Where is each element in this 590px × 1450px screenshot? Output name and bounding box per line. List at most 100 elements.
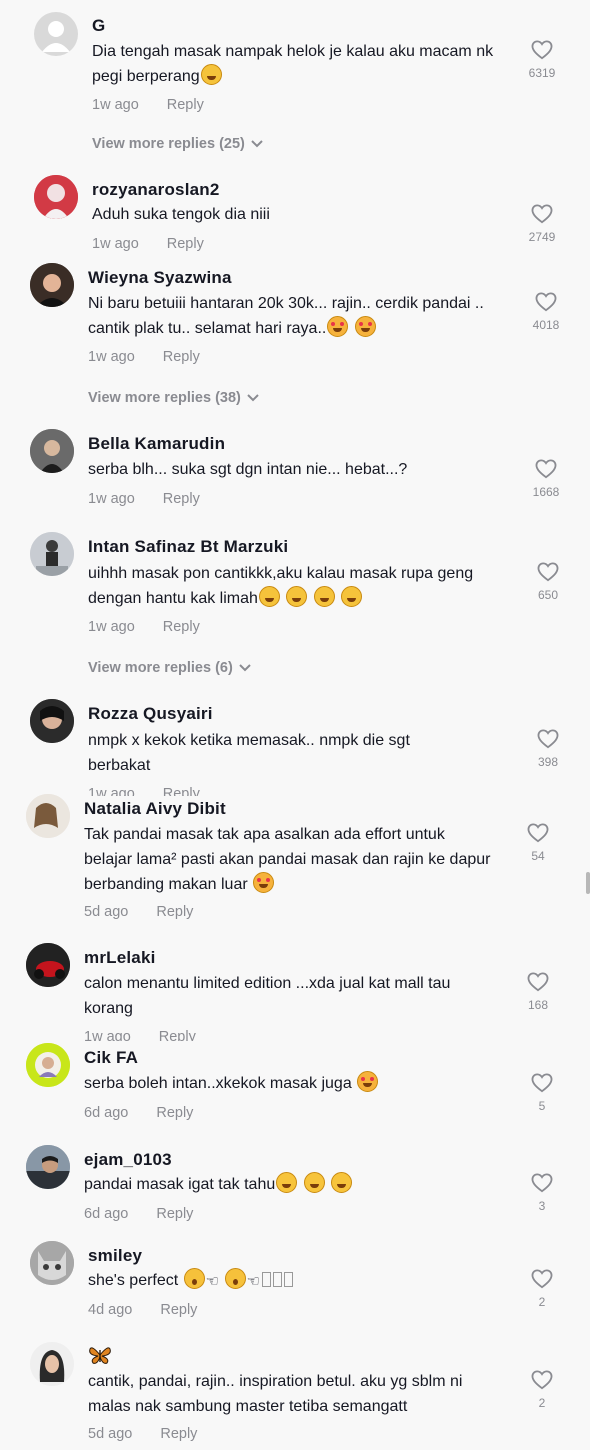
- username[interactable]: [88, 1345, 112, 1370]
- missing-glyph-icon: [262, 1272, 272, 1287]
- avatar[interactable]: [26, 1043, 70, 1087]
- like-button[interactable]: 5: [522, 1073, 562, 1113]
- smiling-hearts-emoji-icon: [253, 872, 275, 893]
- comment-meta: 6d ago Reply: [84, 1105, 194, 1121]
- chevron-down-icon: [251, 140, 263, 148]
- like-count: 2: [538, 1396, 546, 1410]
- avatar[interactable]: [34, 12, 78, 56]
- like-count: 398: [537, 755, 559, 769]
- comment-meta: 5d ago Reply: [84, 904, 194, 920]
- username[interactable]: Bella Kamarudin: [88, 434, 225, 454]
- heart-icon: [531, 40, 553, 60]
- pointing-hand-icon: ☜: [246, 1273, 261, 1290]
- heart-icon: [531, 1073, 553, 1093]
- grinning-sweat-emoji-icon: [331, 1172, 353, 1193]
- like-button[interactable]: 2: [522, 1370, 562, 1410]
- avatar[interactable]: [30, 532, 74, 576]
- like-button[interactable]: 6319: [522, 40, 562, 80]
- reply-button[interactable]: Reply: [163, 491, 200, 507]
- avatar[interactable]: [34, 175, 78, 219]
- like-count: 2: [538, 1295, 546, 1309]
- like-button[interactable]: 398: [528, 729, 568, 769]
- grinning-sweat-emoji-icon: [303, 1172, 325, 1193]
- heart-icon: [535, 292, 557, 312]
- comment-meta: 1w ago Reply: [88, 491, 200, 507]
- like-button[interactable]: 650: [528, 562, 568, 602]
- laughing-emoji-icon: [313, 586, 335, 607]
- avatar[interactable]: [26, 1145, 70, 1189]
- comment-meta: 6d ago Reply: [84, 1206, 194, 1222]
- username[interactable]: rozyanaroslan2: [92, 180, 220, 200]
- like-count: 1668: [532, 485, 560, 499]
- username[interactable]: G: [92, 16, 105, 36]
- view-more-replies[interactable]: View more replies (6): [88, 660, 251, 676]
- avatar[interactable]: [30, 699, 74, 743]
- reply-button[interactable]: Reply: [159, 1029, 196, 1041]
- heart-icon: [535, 459, 557, 479]
- reply-button[interactable]: Reply: [163, 786, 200, 796]
- reply-button[interactable]: Reply: [167, 236, 204, 252]
- like-count: 168: [527, 998, 549, 1012]
- reply-button[interactable]: Reply: [156, 904, 193, 920]
- comment-text: Dia tengah masak nampak helok je kalau a…: [92, 43, 494, 85]
- laughing-emoji-icon: [286, 586, 308, 607]
- comment-text: Aduh suka tengok dia niii: [92, 206, 270, 223]
- comment-meta: 1w ago Reply: [84, 1029, 196, 1041]
- reply-button[interactable]: Reply: [160, 1302, 197, 1318]
- view-more-replies[interactable]: View more replies (38): [88, 390, 259, 406]
- astonished-emoji-icon: [183, 1268, 205, 1289]
- avatar[interactable]: [30, 429, 74, 473]
- like-button[interactable]: 54: [518, 823, 558, 863]
- missing-glyph-icon: [273, 1272, 283, 1287]
- heart-icon: [531, 204, 553, 224]
- heart-icon: [531, 1370, 553, 1390]
- laughing-emoji-icon: [200, 64, 222, 85]
- heart-icon: [531, 1269, 553, 1289]
- username[interactable]: Intan Safinaz Bt Marzuki: [88, 537, 288, 557]
- username[interactable]: Rozza Qusyairi: [88, 704, 213, 724]
- username[interactable]: Wieyna Syazwina: [88, 268, 232, 288]
- comment-text: uihhh masak pon cantikkk,aku kalau masak…: [88, 565, 474, 607]
- reply-button[interactable]: Reply: [163, 349, 200, 365]
- like-count: 6319: [528, 66, 556, 80]
- avatar[interactable]: [30, 1241, 74, 1285]
- avatar[interactable]: [26, 794, 70, 838]
- astonished-emoji-icon: [224, 1268, 246, 1289]
- scrollbar-handle[interactable]: [586, 872, 590, 894]
- comment-meta: 4d ago Reply: [88, 1302, 198, 1318]
- comment-text: cantik, pandai, rajin.. inspiration betu…: [88, 1373, 463, 1415]
- heart-icon: [527, 823, 549, 843]
- like-button[interactable]: 2: [522, 1269, 562, 1309]
- avatar[interactable]: [26, 943, 70, 987]
- like-button[interactable]: 1668: [526, 459, 566, 499]
- reply-button[interactable]: Reply: [156, 1105, 193, 1121]
- view-more-replies[interactable]: View more replies (25): [92, 136, 263, 152]
- username[interactable]: smiley: [88, 1246, 142, 1266]
- like-count: 4018: [532, 318, 560, 332]
- like-button[interactable]: 2749: [522, 204, 562, 244]
- heart-icon: [537, 562, 559, 582]
- username[interactable]: ejam_0103: [84, 1150, 172, 1170]
- butterfly-icon: [89, 1347, 111, 1364]
- heart-icon: [527, 972, 549, 992]
- heart-icon: [537, 729, 559, 749]
- like-button[interactable]: 168: [518, 972, 558, 1012]
- avatar[interactable]: [30, 1342, 74, 1386]
- comment-text: pandai masak igat tak tahu: [84, 1172, 514, 1197]
- reply-button[interactable]: Reply: [163, 619, 200, 635]
- username[interactable]: Natalia Aivy Dibit: [84, 799, 226, 819]
- reply-button[interactable]: Reply: [167, 97, 204, 113]
- comment-meta: 1w ago Reply: [88, 349, 200, 365]
- reply-button[interactable]: Reply: [156, 1206, 193, 1222]
- comment-meta: 5d ago Reply: [88, 1426, 198, 1442]
- like-button[interactable]: 4018: [526, 292, 566, 332]
- like-button[interactable]: 3: [522, 1173, 562, 1213]
- username[interactable]: Cik FA: [84, 1048, 138, 1068]
- laughing-emoji-icon: [341, 586, 363, 607]
- reply-button[interactable]: Reply: [160, 1426, 197, 1442]
- pointing-hand-icon: ☜: [205, 1273, 220, 1290]
- comment-text: Tak pandai masak tak apa asalkan ada eff…: [84, 826, 491, 893]
- username[interactable]: mrLelaki: [84, 948, 156, 968]
- avatar[interactable]: [30, 263, 74, 307]
- comment-text: serba blh... suka sgt dgn intan nie... h…: [88, 461, 408, 478]
